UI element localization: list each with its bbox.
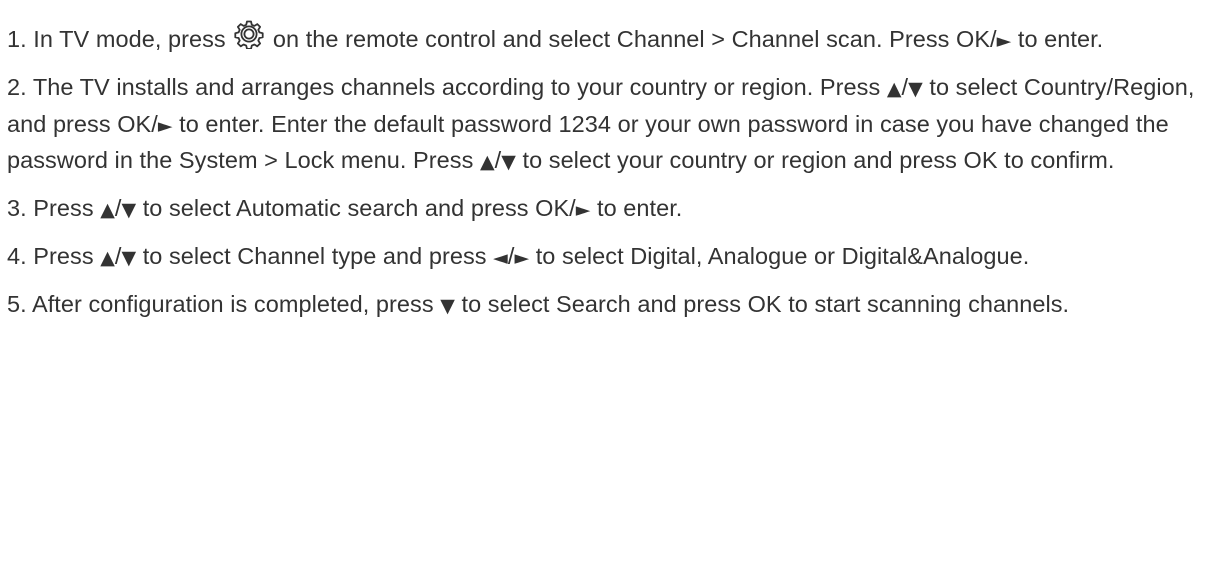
- right-arrow-icon: ►: [514, 247, 530, 269]
- step-text: After configuration is completed, press: [32, 291, 441, 317]
- step-number: 2.: [7, 74, 27, 100]
- down-arrow-icon: ▼: [440, 295, 455, 317]
- step-1: 1. In TV mode, press on the remote contr…: [7, 19, 1197, 58]
- step-2: 2. The TV installs and arranges channels…: [7, 69, 1197, 179]
- step-text: to enter.: [590, 195, 683, 221]
- up-arrow-icon: ▲: [100, 247, 115, 269]
- step-text: to enter.: [1011, 26, 1104, 52]
- step-number: 4.: [7, 243, 27, 269]
- step-number: 3.: [7, 195, 27, 221]
- slash: /: [507, 243, 515, 269]
- step-text: to select Search and press OK to start s…: [454, 291, 1070, 317]
- step-number: 1.: [7, 26, 27, 52]
- left-arrow-icon: ◄: [493, 247, 508, 269]
- step-4: 4. Press ▲/▼ to select Channel type and …: [7, 238, 1197, 275]
- step-3: 3. Press ▲/▼ to select Automatic search …: [7, 190, 1197, 227]
- step-5: 5. After configuration is completed, pre…: [7, 286, 1197, 323]
- down-arrow-icon: ▼: [908, 78, 923, 100]
- right-arrow-icon: ►: [157, 114, 173, 137]
- slash: /: [494, 147, 502, 173]
- step-text: Press: [33, 195, 101, 221]
- step-text: on the remote control and select Channel…: [272, 26, 997, 52]
- step-number: 5.: [7, 291, 27, 317]
- up-arrow-icon: ▲: [479, 151, 495, 173]
- step-text: to select Channel type and press: [136, 243, 494, 269]
- step-text: to select Automatic search and press OK/: [136, 195, 576, 221]
- up-arrow-icon: ▲: [886, 78, 902, 100]
- step-text: Press: [33, 243, 101, 269]
- down-arrow-icon: ▼: [121, 247, 137, 269]
- gear-icon: [234, 19, 264, 49]
- right-arrow-icon: ►: [996, 30, 1012, 52]
- slash: /: [901, 74, 909, 100]
- slash: /: [114, 243, 122, 269]
- down-arrow-icon: ▼: [501, 151, 516, 173]
- down-arrow-icon: ▼: [121, 199, 137, 221]
- right-arrow-icon: ►: [575, 199, 591, 221]
- slash: /: [114, 195, 122, 221]
- step-text: The TV installs and arranges channels ac…: [32, 74, 887, 100]
- step-text: to select Digital, Analogue or Digital&A…: [529, 243, 1030, 269]
- step-text: to select your country or region and pre…: [515, 147, 1115, 173]
- step-text: In TV mode, press: [33, 26, 226, 52]
- instructions: 1. In TV mode, press on the remote contr…: [0, 0, 1197, 323]
- up-arrow-icon: ▲: [100, 199, 115, 221]
